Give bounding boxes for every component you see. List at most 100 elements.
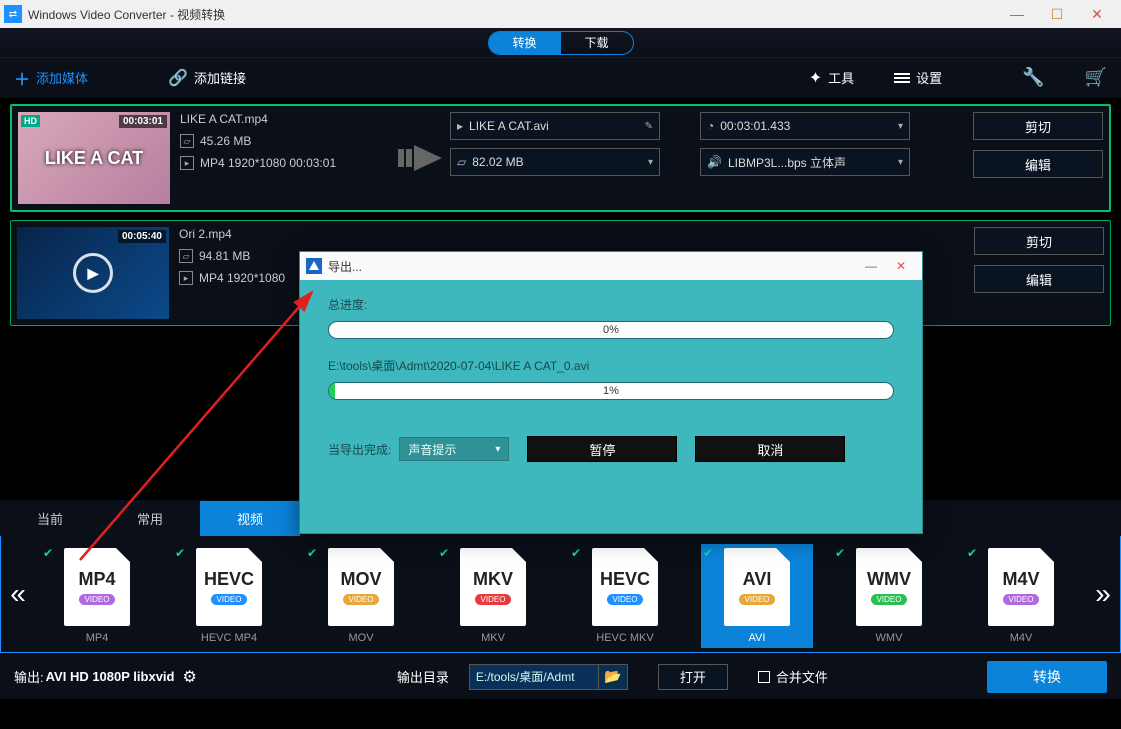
convert-button[interactable]: 转换 (987, 661, 1107, 693)
format-card-wmv[interactable]: ✔ WMV VIDEO WMV (833, 544, 945, 648)
media-row[interactable]: HD 00:03:01 LIKE A CAT LIKE A CAT.mp4 ▱ 4… (10, 104, 1111, 212)
ftab-video[interactable]: 视频 (200, 501, 300, 536)
settings-button[interactable]: 设置 (894, 68, 942, 87)
open-button[interactable]: 打开 (658, 664, 728, 690)
format-file-icon: HEVC VIDEO (592, 548, 658, 626)
folder-icon[interactable]: 📂 (598, 664, 628, 690)
ftab-common[interactable]: 常用 (100, 501, 200, 536)
media-title: LIKE A CAT.mp4 (180, 112, 268, 126)
format-file-icon: HEVC VIDEO (196, 548, 262, 626)
add-link-label: 添加链接 (194, 68, 246, 87)
file-icon: ▱ (180, 134, 194, 148)
dialog-title: 导出... (328, 258, 362, 275)
output-dir-field[interactable]: E:/tools/桌面/Admt (469, 664, 599, 690)
tab-download[interactable]: 下载 (561, 32, 633, 54)
format-card-mkv[interactable]: ✔ MKV VIDEO MKV (437, 544, 549, 648)
format-strip: « ✔ MP4 VIDEO MP4✔ HEVC VIDEO HEVC MP4✔ … (0, 536, 1121, 653)
thumbnail[interactable]: 00:05:40 ▶ (17, 227, 169, 319)
format-cards: ✔ MP4 VIDEO MP4✔ HEVC VIDEO HEVC MP4✔ MO… (41, 544, 1080, 648)
check-icon: ✔ (43, 546, 53, 560)
finish-action-label: 当导出完成: (328, 441, 391, 458)
check-icon: ✔ (967, 546, 977, 560)
file-icon: ▱ (457, 155, 466, 169)
tools-button[interactable]: ✦ 工具 (809, 68, 854, 88)
scroll-right-button[interactable]: » (1090, 564, 1116, 624)
add-media-label: 添加媒体 (36, 68, 88, 87)
chevron-down-icon: ▾ (898, 157, 903, 168)
current-file-path: E:\tools\桌面\Admt\2020-07-04\LIKE A CAT_0… (328, 357, 894, 374)
cart-icon[interactable]: 🛒 (1085, 67, 1107, 88)
thumb-text: LIKE A CAT (45, 148, 143, 169)
format-card-hevc-mkv[interactable]: ✔ HEVC VIDEO HEVC MKV (569, 544, 681, 648)
cut-button[interactable]: 剪切 (974, 227, 1104, 255)
app-icon: ⇄ (4, 5, 22, 23)
dialog-close-button[interactable]: ✕ (886, 259, 916, 273)
titlebar: ⇄ Windows Video Converter - 视频转换 — ☐ ✕ (0, 0, 1121, 28)
edit-button[interactable]: 编辑 (973, 150, 1103, 178)
thumbnail[interactable]: HD 00:03:01 LIKE A CAT (18, 112, 170, 204)
media-size: 94.81 MB (199, 249, 250, 263)
pause-button[interactable]: 暂停 (527, 436, 677, 462)
merge-checkbox[interactable]: 合并文件 (758, 667, 828, 686)
file-progress-bar: 1% (328, 382, 894, 400)
gear-icon[interactable]: ⚙ (182, 667, 196, 687)
format-file-icon: WMV VIDEO (856, 548, 922, 626)
checkbox-box (758, 671, 770, 683)
output-profile: 输出: AVI HD 1080P libxvid ⚙ (14, 667, 197, 687)
link-icon: 🔗 (168, 68, 188, 88)
add-media-button[interactable]: ＋ 添加媒体 (14, 66, 88, 90)
format-card-hevc-mp4[interactable]: ✔ HEVC VIDEO HEVC MP4 (173, 544, 285, 648)
row-actions: 剪切 编辑 (963, 112, 1103, 178)
scroll-left-button[interactable]: « (5, 564, 31, 624)
tab-convert[interactable]: 转换 (489, 32, 561, 54)
format-card-avi[interactable]: ✔ AVI VIDEO AVI (701, 544, 813, 648)
media-size: 45.26 MB (200, 134, 251, 148)
check-icon: ✔ (439, 546, 449, 560)
output-options: ▸ LIKE A CAT.avi ✎ ◔ 00:03:01.433 ▾ ▱ 82… (450, 112, 963, 176)
export-dialog: 导出... — ✕ 总进度: 0% E:\tools\桌面\Admt\2020-… (299, 251, 923, 534)
media-info: MP4 1920*1080 00:03:01 (200, 156, 336, 170)
dialog-minimize-button[interactable]: — (856, 259, 886, 273)
format-card-mov[interactable]: ✔ MOV VIDEO MOV (305, 544, 417, 648)
finish-action-select[interactable]: 声音提示 ▾ (399, 437, 509, 461)
format-label: HEVC MP4 (201, 632, 257, 644)
cancel-button[interactable]: 取消 (695, 436, 845, 462)
play-overlay-icon: ▶ (73, 253, 113, 293)
format-file-icon: AVI VIDEO (724, 548, 790, 626)
file-icon: ▱ (179, 249, 193, 263)
output-dir-label: 输出目录 (397, 667, 449, 686)
output-filename[interactable]: ▸ LIKE A CAT.avi ✎ (450, 112, 660, 140)
media-info: MP4 1920*1080 (199, 271, 285, 285)
add-link-button[interactable]: 🔗 添加链接 (168, 68, 246, 88)
output-size[interactable]: ▱ 82.02 MB ▾ (450, 148, 660, 176)
format-label: MOV (348, 632, 373, 644)
output-duration[interactable]: ◔ 00:03:01.433 ▾ (700, 112, 910, 140)
format-file-icon: M4V VIDEO (988, 548, 1054, 626)
tools-label: 工具 (828, 68, 854, 87)
format-card-m4v[interactable]: ✔ M4V VIDEO M4V (965, 544, 1077, 648)
format-label: MP4 (86, 632, 109, 644)
total-progress-bar: 0% (328, 321, 894, 339)
key-icon[interactable]: 🔧 (1022, 67, 1044, 88)
format-label: WMV (876, 632, 903, 644)
footer: 输出: AVI HD 1080P libxvid ⚙ 输出目录 E:/tools… (0, 653, 1121, 699)
output-audio[interactable]: 🔊 LIBMP3L...bps 立体声 ▾ (700, 148, 910, 176)
format-card-mp4[interactable]: ✔ MP4 VIDEO MP4 (41, 544, 153, 648)
maximize-button[interactable]: ☐ (1037, 0, 1077, 28)
check-icon: ✔ (571, 546, 581, 560)
header: 转换 下载 (0, 28, 1121, 58)
toolbar: ＋ 添加媒体 🔗 添加链接 ✦ 工具 设置 🔧 🛒 (0, 58, 1121, 98)
cut-button[interactable]: 剪切 (973, 112, 1103, 140)
close-button[interactable]: ✕ (1077, 0, 1117, 28)
chevron-down-icon: ▾ (648, 157, 653, 168)
minimize-button[interactable]: — (997, 0, 1037, 28)
edit-button[interactable]: 编辑 (974, 265, 1104, 293)
check-icon: ✔ (835, 546, 845, 560)
chevron-down-icon: ▾ (898, 121, 903, 132)
total-progress-label: 总进度: (328, 296, 894, 313)
clock-icon: ◔ (707, 119, 714, 133)
ftab-current[interactable]: 当前 (0, 501, 100, 536)
media-title: Ori 2.mp4 (179, 227, 232, 241)
pencil-icon[interactable]: ✎ (645, 121, 653, 132)
play-icon: ▸ (179, 271, 193, 285)
